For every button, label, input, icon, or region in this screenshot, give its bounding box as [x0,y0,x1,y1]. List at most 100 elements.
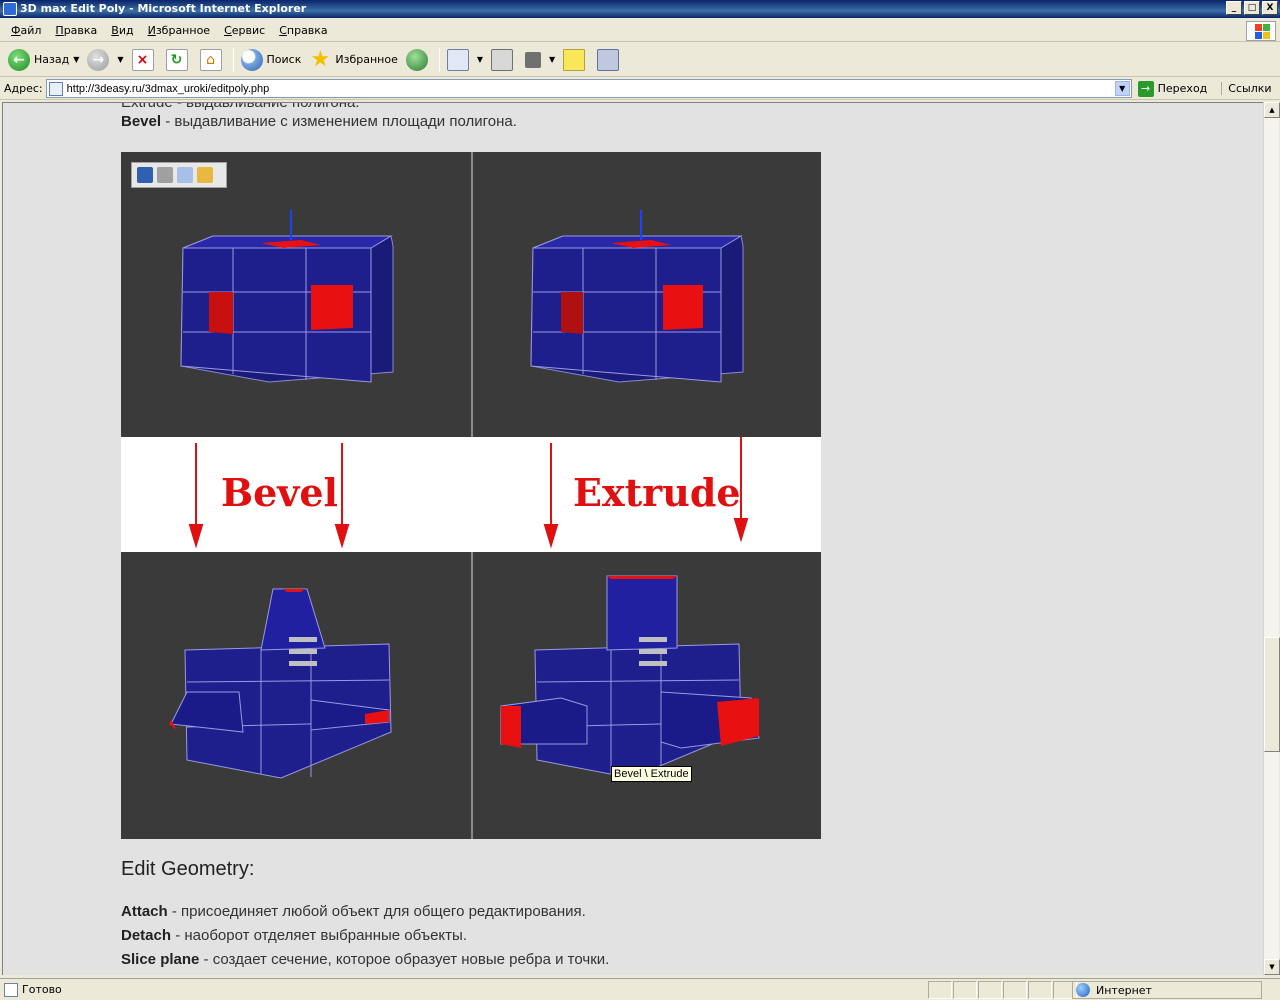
arrowhead-4 [733,518,749,543]
box-right-before [530,210,744,383]
stop-button[interactable]: × [128,46,162,74]
search-button[interactable]: Поиск [237,46,306,74]
arrowhead-1 [188,524,204,549]
forward-dropdown-icon[interactable]: ▼ [117,55,123,64]
definition-term: Slice plane [121,951,200,968]
viewport-divider [471,152,473,437]
toolbar-separator [232,47,234,72]
media-icon [405,48,428,71]
forward-button[interactable]: → ▼ [83,46,127,74]
extrude-label: Extrude [573,470,741,515]
mail-dropdown-icon[interactable]: ▼ [477,55,483,64]
security-zone[interactable]: Интернет [1072,981,1262,999]
window-title: 3D max Edit Poly - Microsoft Internet Ex… [20,2,307,15]
menu-bar: Файл Правка Вид Избранное Сервис Справка [0,20,1280,42]
refresh-icon: ↻ [165,48,188,71]
page-icon [48,81,63,96]
address-bar: Адрес: ▼ → Переход Ссылки [0,78,1280,100]
vertical-scrollbar[interactable]: ▲ ▼ [1263,102,1280,975]
menu-tools[interactable]: Сервис [217,22,272,39]
search-icon [240,48,263,71]
maximize-button[interactable]: □ [1244,1,1260,15]
ie-window: 3D max Edit Poly - Microsoft Internet Ex… [0,0,1280,1000]
messenger-button[interactable] [593,46,627,74]
favorites-button[interactable]: ★ Избранное [305,46,401,74]
definition-item: Slice plane - создает сечение, которое о… [121,951,609,968]
back-arrow-icon: ← [8,48,30,71]
refresh-button[interactable]: ↻ [162,46,196,74]
box-left-bevel [169,588,392,779]
figure-top-viewports [121,152,821,437]
address-input[interactable] [66,82,1107,95]
go-label: Переход [1157,82,1208,95]
windows-logo-icon [1246,21,1276,41]
links-button[interactable]: Ссылки [1221,82,1272,95]
bevel-desc: - выдавливание с изменением площади поли… [161,113,517,130]
menu-edit[interactable]: Правка [48,22,104,39]
bevel-extrude-figure[interactable]: Bevel Extrude Bevel \ Extrude [121,152,821,839]
image-tooltip: Bevel \ Extrude [611,766,692,782]
close-button[interactable]: X [1262,1,1278,15]
home-icon: ⌂ [199,48,222,71]
edit-dropdown-icon[interactable]: ▼ [549,55,555,64]
star-icon: ★ [310,46,331,72]
back-button[interactable]: ← Назад ▼ [4,46,83,74]
mail-icon [446,48,469,71]
note-icon [563,48,586,71]
favorites-label: Избранное [335,53,398,66]
scroll-down-button[interactable]: ▼ [1264,959,1280,975]
box-right-extrude [500,575,760,779]
page-content: Extrude - выдавливание полигона. Bevel -… [2,102,1263,975]
arrowhead-2 [334,524,350,549]
box-left-before [180,210,394,383]
save-image-icon[interactable] [137,167,153,183]
address-dropdown-icon[interactable]: ▼ [1114,81,1130,96]
zone-label: Интернет [1096,983,1152,997]
minimize-button[interactable]: _ [1226,1,1242,15]
section-heading: Edit Geometry: [121,858,255,880]
mail-button[interactable]: ▼ [443,46,487,74]
definition-term: Attach [121,903,168,920]
status-pane [953,981,977,999]
image-toolbar [131,162,227,188]
bevel-definition: Bevel - выдавливание с изменением площад… [121,113,517,130]
ie-icon [3,2,17,16]
status-pane [1028,981,1052,999]
go-button[interactable]: → Переход [1137,80,1208,97]
scroll-up-button[interactable]: ▲ [1264,102,1280,118]
print-image-icon[interactable] [157,167,173,183]
menu-help[interactable]: Справка [272,22,334,39]
figure-label-band: Bevel Extrude [121,437,821,552]
status-pane [1003,981,1027,999]
address-field[interactable]: ▼ [45,79,1132,98]
edit-icon [525,51,541,68]
definition-desc: - создает сечение, которое образует новы… [199,951,610,968]
definition-term: Detach [121,927,172,944]
menu-file[interactable]: Файл [4,22,48,39]
print-button[interactable] [487,46,521,74]
media-button[interactable] [402,46,436,74]
definition-item: Detach - наоборот отделяет выбранные объ… [121,927,467,944]
menu-favorites[interactable]: Избранное [141,22,217,39]
print-icon [491,48,513,71]
page-status-icon [4,982,18,997]
edit-button[interactable]: ▼ [521,46,559,74]
back-dropdown-icon[interactable]: ▼ [73,55,79,64]
globe-icon [1076,983,1090,997]
arrowhead-3 [543,524,559,549]
mail-image-icon[interactable] [177,167,193,183]
home-button[interactable]: ⌂ [196,46,230,74]
clipped-text: Extrude - выдавливание полигона. [121,102,360,111]
bevel-term: Bevel [121,113,162,130]
status-bar: Готово Интернет [0,978,1280,1000]
status-pane [978,981,1002,999]
title-bar: 3D max Edit Poly - Microsoft Internet Ex… [0,0,1280,18]
scroll-thumb[interactable] [1264,637,1280,752]
discuss-button[interactable] [559,46,593,74]
folder-image-icon[interactable] [197,167,213,183]
address-label: Адрес: [4,82,43,95]
menu-view[interactable]: Вид [104,22,140,39]
viewport-divider [471,552,473,839]
back-label: Назад [34,53,70,66]
stop-icon: × [131,48,154,71]
